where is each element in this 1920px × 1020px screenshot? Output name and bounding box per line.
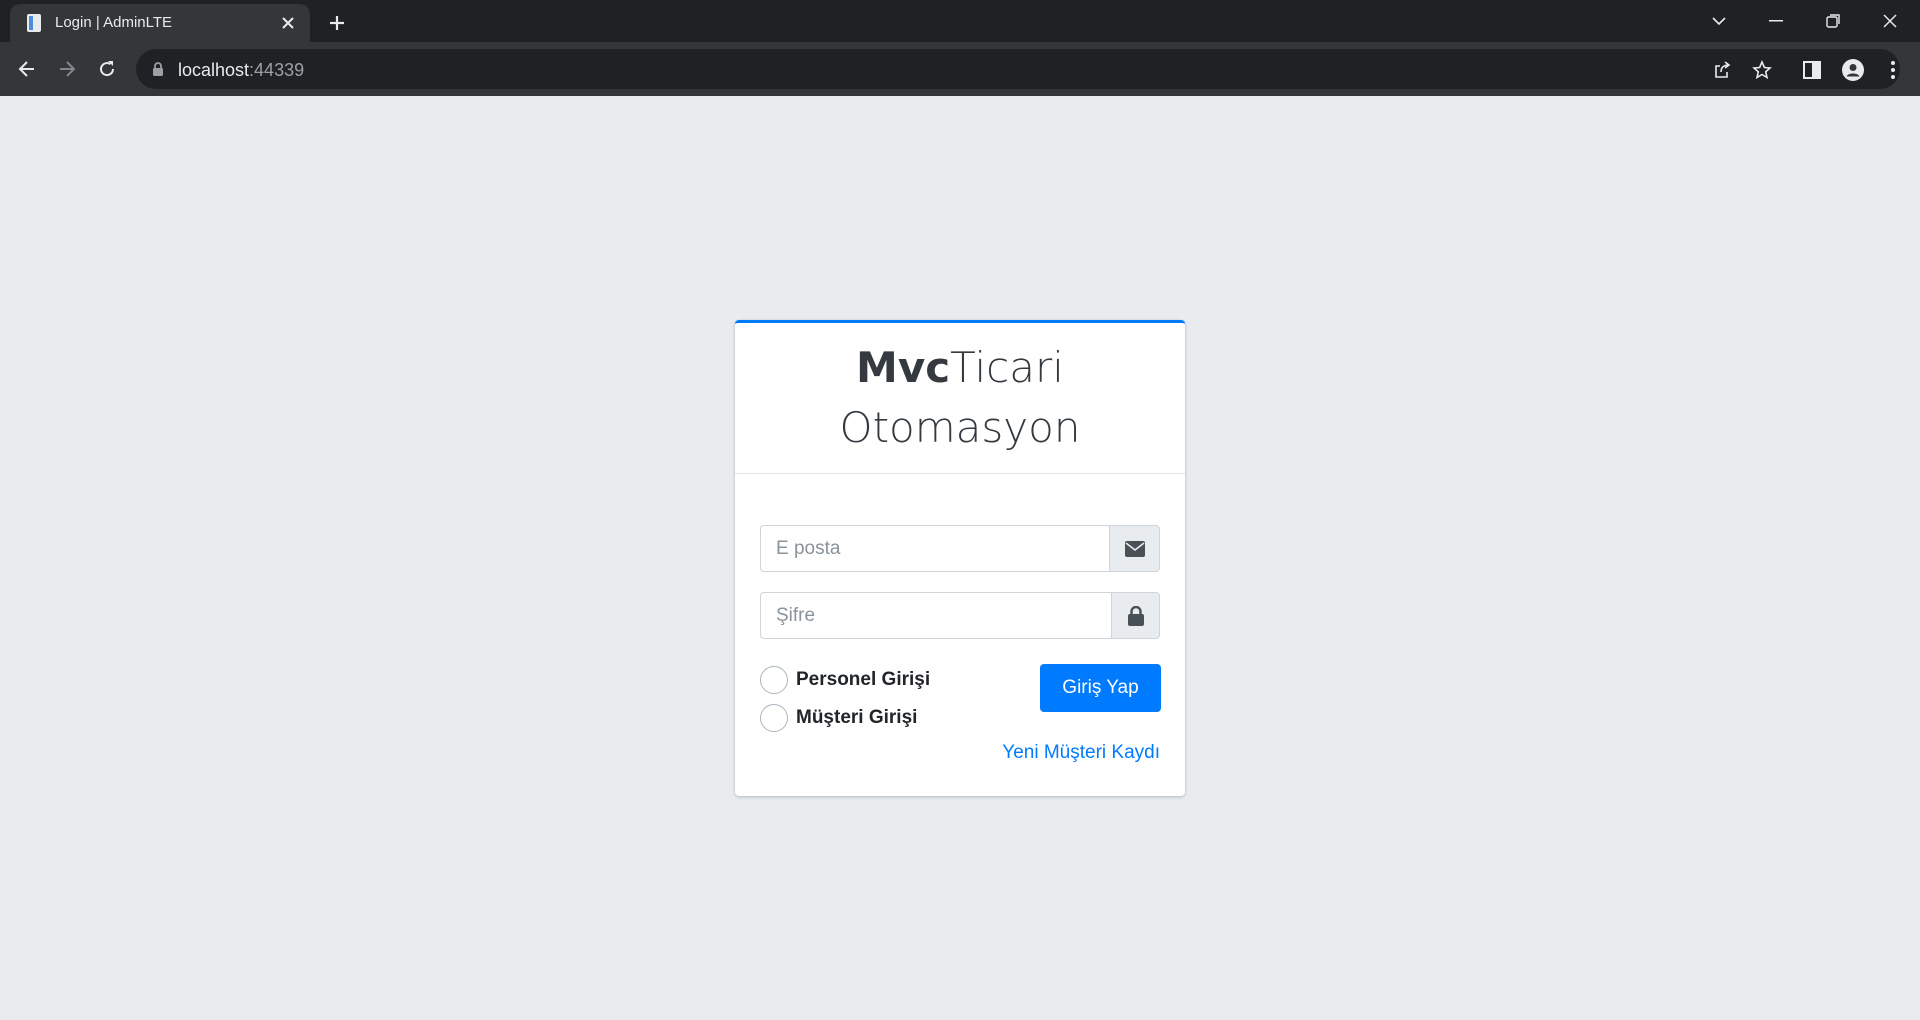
email-input-group [760, 525, 1160, 572]
page-icon [27, 14, 41, 32]
radio-personel-label: Personel Girişi [796, 669, 931, 690]
bookmark-star-icon[interactable] [1749, 57, 1775, 83]
radio-personel[interactable]: Personel Girişi [760, 666, 930, 694]
forward-icon[interactable] [52, 54, 82, 84]
address-bar[interactable]: localhost:44339 [136, 49, 1900, 89]
side-panel-icon[interactable] [1799, 57, 1825, 83]
lock-icon [1111, 592, 1160, 639]
url-text: localhost:44339 [178, 60, 304, 81]
login-card: MvcTicari Otomasyon Personel Girişi Müşt… [735, 320, 1185, 796]
radio-personel-circle[interactable] [760, 666, 788, 694]
brand-bold: Mvc [856, 343, 951, 392]
login-brand-title[interactable]: MvcTicari Otomasyon [840, 338, 1081, 458]
login-card-header: MvcTicari Otomasyon [735, 323, 1185, 474]
back-icon[interactable] [12, 54, 42, 84]
envelope-icon [1109, 525, 1160, 572]
minimize-icon[interactable] [1756, 6, 1796, 36]
restore-icon[interactable] [1813, 6, 1853, 36]
password-input[interactable] [760, 592, 1111, 639]
lock-icon [153, 62, 163, 76]
new-tab-icon[interactable] [324, 10, 350, 36]
browser-tab[interactable]: Login | AdminLTE [10, 4, 310, 42]
window-close-icon[interactable] [1870, 6, 1910, 36]
radio-musteri-label: Müşteri Girişi [796, 707, 918, 728]
brand-line2: Otomasyon [839, 403, 1081, 452]
tab-title: Login | AdminLTE [55, 14, 173, 31]
new-customer-register-link[interactable]: Yeni Müşteri Kaydı [1002, 742, 1160, 764]
url-port: :44339 [249, 60, 305, 80]
reload-icon[interactable] [92, 54, 122, 84]
tab-search-icon[interactable] [1699, 6, 1739, 36]
url-host: localhost [178, 60, 250, 80]
profile-icon[interactable] [1840, 57, 1866, 83]
radio-musteri-circle[interactable] [760, 704, 788, 732]
browser-toolbar: localhost:44339 [0, 42, 1920, 96]
radio-musteri[interactable]: Müşteri Girişi [760, 704, 917, 732]
menu-kebab-icon[interactable] [1880, 57, 1906, 83]
tab-close-icon[interactable] [278, 13, 298, 33]
login-submit-button[interactable]: Giriş Yap [1040, 664, 1161, 712]
browser-tab-strip: Login | AdminLTE [0, 0, 1920, 42]
share-icon[interactable] [1709, 57, 1735, 83]
email-input[interactable] [760, 525, 1109, 572]
brand-rest: Ticari [950, 343, 1064, 392]
password-input-group [760, 592, 1160, 639]
